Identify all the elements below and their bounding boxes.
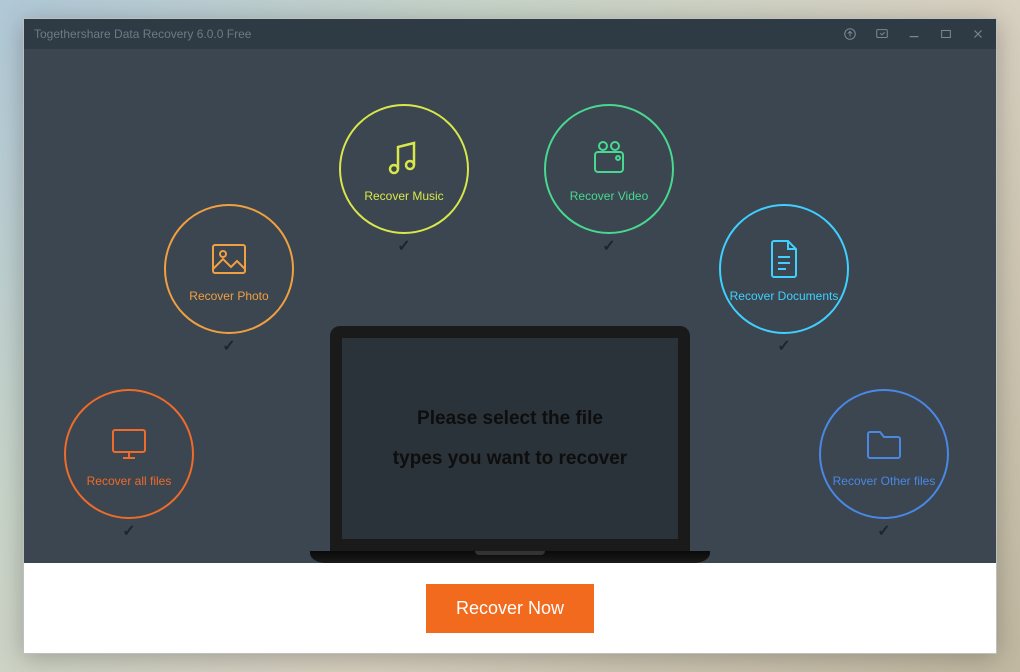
upgrade-icon[interactable]	[842, 26, 858, 42]
close-icon[interactable]	[970, 26, 986, 42]
footer: Recover Now	[24, 563, 996, 653]
checkmark-icon: ✓	[397, 236, 410, 256]
option-recover-other-files[interactable]: Recover Other files ✓	[819, 389, 949, 519]
checkmark-icon: ✓	[777, 336, 790, 356]
titlebar: Togethershare Data Recovery 6.0.0 Free	[24, 19, 996, 49]
option-recover-video[interactable]: Recover Video ✓	[544, 104, 674, 234]
share-icon[interactable]	[874, 26, 890, 42]
instruction-text: Please select the file types you want to…	[393, 399, 627, 479]
checkmark-icon: ✓	[122, 521, 135, 541]
option-recover-all-files[interactable]: Recover all files ✓	[64, 389, 194, 519]
checkmark-icon: ✓	[877, 521, 890, 541]
laptop-illustration: Please select the file types you want to…	[310, 326, 710, 563]
option-recover-documents[interactable]: Recover Documents ✓	[719, 204, 849, 334]
option-recover-music[interactable]: Recover Music ✓	[339, 104, 469, 234]
main-area: Recover all files ✓ Recover Photo ✓	[24, 49, 996, 563]
option-recover-photo[interactable]: Recover Photo ✓	[164, 204, 294, 334]
window-title: Togethershare Data Recovery 6.0.0 Free	[34, 27, 842, 41]
app-window: Togethershare Data Recovery 6.0.0 Free	[23, 18, 997, 654]
minimize-icon[interactable]	[906, 26, 922, 42]
checkmark-icon: ✓	[222, 336, 235, 356]
maximize-icon[interactable]	[938, 26, 954, 42]
checkmark-icon: ✓	[602, 236, 615, 256]
recover-now-button[interactable]: Recover Now	[426, 584, 594, 633]
